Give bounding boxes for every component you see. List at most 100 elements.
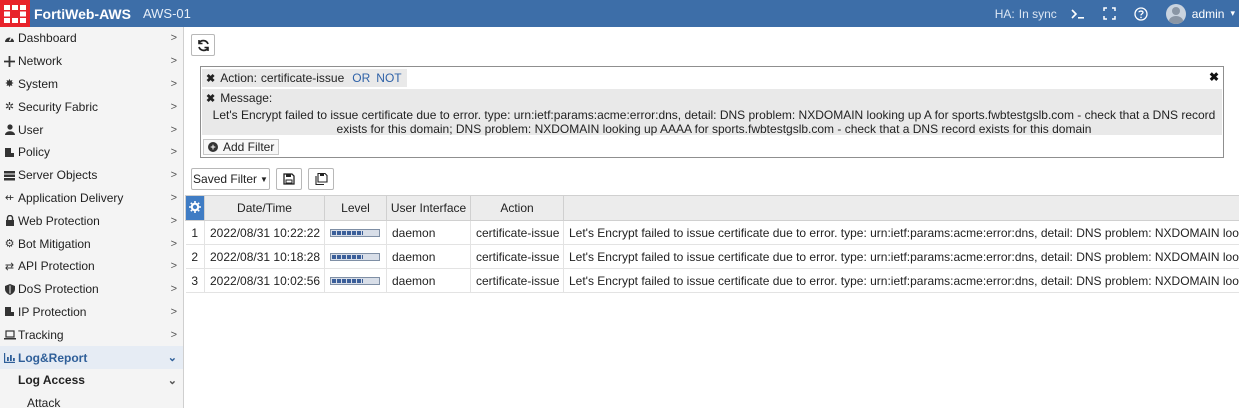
- level-fill: [332, 255, 363, 260]
- sidebar-item-system[interactable]: ✸ System >: [0, 73, 183, 96]
- filter-message-value: Let's Encrypt failed to issue certificat…: [212, 108, 1216, 136]
- lock-icon: [3, 215, 16, 227]
- chevron-right-icon: >: [170, 100, 177, 113]
- add-filter-button[interactable]: + Add Filter: [203, 139, 280, 155]
- sidebar-item-label: IP Protection: [18, 304, 87, 319]
- help-icon[interactable]: [1134, 6, 1148, 21]
- floppy-disk-icon: [283, 173, 295, 185]
- sidebar-item-log-report[interactable]: Log&Report ⌄: [0, 346, 183, 369]
- row-datetime: 2022/08/31 10:18:28: [204, 244, 325, 269]
- filter-panel[interactable]: ✖ ✖ Action: certificate-issue OR NOT ✖ M…: [200, 66, 1224, 158]
- row-number: 3: [185, 268, 205, 293]
- remove-filter-icon[interactable]: ✖: [206, 92, 215, 105]
- server-icon: [3, 170, 16, 181]
- table-row[interactable]: 1 2022/08/31 10:22:22 daemon certificate…: [185, 220, 1239, 245]
- filter-chip-action[interactable]: ✖ Action: certificate-issue OR NOT: [202, 69, 407, 87]
- sidebar-item-network[interactable]: Network >: [0, 50, 183, 73]
- row-level: [324, 244, 387, 269]
- api-icon: ⇄: [4, 260, 15, 273]
- chart-icon: [3, 352, 16, 363]
- row-datetime: 2022/08/31 10:02:56: [204, 268, 325, 293]
- cli-console-icon[interactable]: [1071, 8, 1085, 20]
- ha-label: HA:: [994, 6, 1015, 21]
- sidebar-item-api-protection[interactable]: ⇄ API Protection >: [0, 255, 183, 278]
- hostname: AWS-01: [142, 6, 191, 21]
- sidebar-item-web-protection[interactable]: Web Protection >: [0, 209, 183, 232]
- close-icon[interactable]: ✖: [1209, 70, 1219, 84]
- column-header-datetime[interactable]: Date/Time: [204, 195, 325, 221]
- table-row[interactable]: 2 2022/08/31 10:18:28 daemon certificate…: [185, 244, 1239, 269]
- sidebar-item-label: Log Access: [18, 373, 85, 388]
- chevron-right-icon: >: [170, 169, 177, 182]
- chevron-right-icon: >: [170, 55, 177, 68]
- sidebar-item-tracking[interactable]: Tracking >: [0, 323, 183, 346]
- row-user-interface: daemon: [386, 244, 471, 269]
- filter-or-link[interactable]: OR: [352, 71, 370, 85]
- sidebar-item-attack[interactable]: Attack: [0, 392, 183, 408]
- sidebar: Dashboard > Network > ✸ System > ✲ Secur…: [0, 27, 184, 408]
- sidebar-item-application-delivery[interactable]: ⇷ Application Delivery >: [0, 187, 183, 210]
- sidebar-item-label: API Protection: [18, 259, 95, 274]
- sidebar-item-log-access[interactable]: Log Access ⌄: [0, 368, 183, 392]
- saved-filter-dropdown[interactable]: Saved Filter ▼: [191, 168, 270, 190]
- column-header-user-interface[interactable]: User Interface: [386, 195, 471, 221]
- sidebar-item-label: Log&Report: [18, 350, 88, 365]
- chevron-right-icon: >: [170, 237, 177, 250]
- sidebar-item-label: Bot Mitigation: [18, 236, 91, 251]
- sidebar-item-label: Attack: [27, 396, 61, 408]
- sidebar-item-label: Policy: [18, 145, 51, 160]
- sidebar-item-ip-protection[interactable]: IP Protection >: [0, 301, 183, 324]
- remove-filter-icon[interactable]: ✖: [206, 72, 215, 85]
- sidebar-item-label: User: [18, 122, 44, 137]
- user-icon: [3, 124, 16, 136]
- sidebar-item-user[interactable]: User >: [0, 118, 183, 141]
- sidebar-item-server-objects[interactable]: Server Objects >: [0, 164, 183, 187]
- filter-not-link[interactable]: NOT: [376, 71, 401, 85]
- gear-icon: ✸: [4, 78, 15, 91]
- column-header-action[interactable]: Action: [470, 195, 564, 221]
- sidebar-item-dashboard[interactable]: Dashboard >: [0, 27, 183, 50]
- chevron-right-icon: >: [170, 32, 177, 45]
- fortinet-logo-icon[interactable]: [0, 0, 30, 27]
- sidebar-item-policy[interactable]: Policy >: [0, 141, 183, 164]
- filter-chip-message[interactable]: ✖ Message: Let's Encrypt failed to issue…: [202, 89, 1222, 136]
- security-fabric-icon: ✲: [4, 101, 15, 114]
- refresh-button[interactable]: [191, 34, 215, 56]
- sidebar-item-security-fabric[interactable]: ✲ Security Fabric >: [0, 95, 183, 118]
- ip-icon: [3, 306, 16, 317]
- chevron-down-icon: ⌄: [167, 352, 177, 365]
- row-message: Let's Encrypt failed to issue certificat…: [563, 268, 1239, 293]
- save-as-icon: [314, 173, 328, 185]
- row-message: Let's Encrypt failed to issue certificat…: [563, 244, 1239, 269]
- chevron-right-icon: >: [170, 328, 177, 341]
- sidebar-item-dos-protection[interactable]: DoS Protection >: [0, 278, 183, 301]
- header-right: HA: In sync admin ▾: [995, 0, 1239, 27]
- ha-status[interactable]: In sync: [1019, 7, 1057, 21]
- admin-user-label[interactable]: admin: [1192, 7, 1225, 21]
- sidebar-item-label: DoS Protection: [18, 282, 99, 297]
- column-settings-button[interactable]: [185, 195, 205, 221]
- column-header-level[interactable]: Level: [324, 195, 387, 221]
- sidebar-item-label: Server Objects: [18, 168, 98, 183]
- sidebar-item-bot-mitigation[interactable]: ⚙ Bot Mitigation >: [0, 232, 183, 255]
- top-bar: FortiWeb-AWS AWS-01 HA: In sync admin ▾: [0, 0, 1239, 27]
- level-bar: [330, 253, 380, 262]
- table-row[interactable]: 3 2022/08/31 10:02:56 daemon certificate…: [185, 268, 1239, 293]
- save-filter-button[interactable]: [276, 168, 302, 190]
- filter-message-label: Message:: [220, 91, 273, 105]
- laptop-icon: [3, 330, 16, 340]
- sidebar-item-label: Security Fabric: [18, 99, 99, 114]
- chevron-right-icon: >: [170, 260, 177, 273]
- save-as-filter-button[interactable]: [308, 168, 334, 190]
- avatar[interactable]: [1165, 3, 1186, 24]
- row-datetime: 2022/08/31 10:22:22: [204, 220, 325, 245]
- sidebar-item-label: Dashboard: [18, 31, 77, 46]
- row-action: certificate-issue: [470, 244, 564, 269]
- policy-icon: [3, 147, 16, 158]
- chevron-down-icon[interactable]: ▾: [1230, 8, 1235, 19]
- caret-down-icon: ▼: [260, 174, 268, 184]
- column-header-message[interactable]: [563, 195, 1239, 221]
- gear-icon: [189, 200, 201, 213]
- sidebar-item-label: Web Protection: [18, 213, 100, 228]
- fullscreen-icon[interactable]: [1103, 7, 1116, 20]
